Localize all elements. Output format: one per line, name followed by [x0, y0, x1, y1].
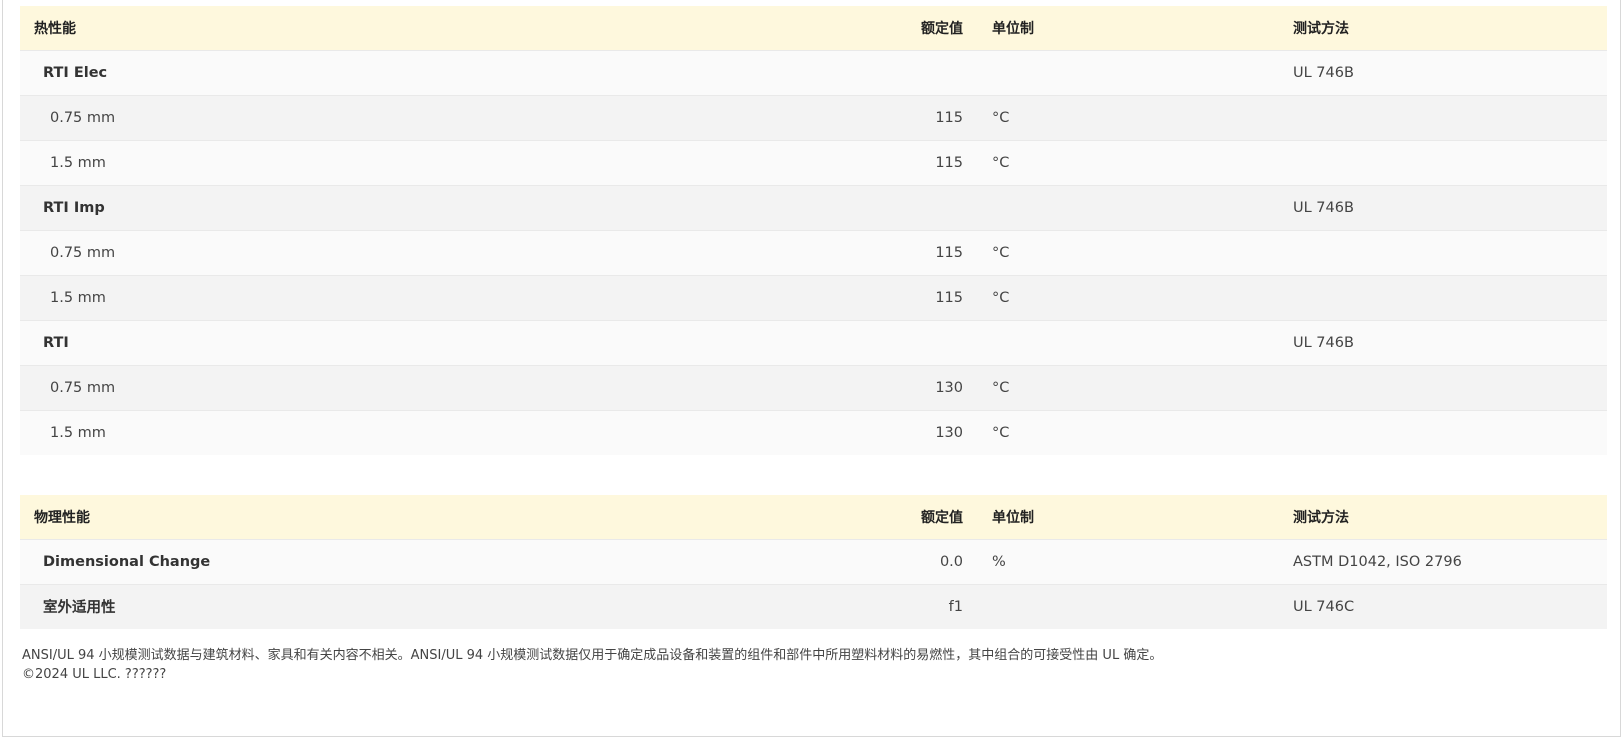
test-method-cell: ASTM D1042, ISO 2796 [1293, 553, 1462, 570]
value-cell: f1 [948, 598, 963, 615]
test-method-cell [1293, 365, 1607, 410]
property-name-cell: 0.75 mm [50, 379, 116, 396]
property-row: Dimensional Change 0.0% ASTM D1042, ISO 27… [20, 539, 1607, 584]
property-row: RTI Elec UL 746B [20, 50, 1607, 95]
column-header-unit: 单位制 [992, 20, 1034, 37]
test-method-cell: UL 746B [1293, 199, 1354, 216]
property-name-cell: RTI [43, 334, 69, 351]
sub-property-row: 1.5 mm 115 °C [20, 140, 1607, 185]
thermal-table-body: RTI Elec UL 746B 0.75 mm 115 °C 1.5 mm 115 °C RT… [20, 50, 1607, 455]
property-name-cell: 0.75 mm [50, 244, 116, 261]
test-method-cell [1293, 275, 1607, 320]
column-header-property: 物理性能 [34, 509, 90, 526]
sub-property-row: 1.5 mm 115 °C [20, 275, 1607, 320]
unit-cell: °C [992, 424, 1010, 441]
test-method-cell [1293, 410, 1607, 455]
footer-notes: ANSI/UL 94 小规模测试数据与建筑材料、家具和有关内容不相关。ANSI/… [22, 646, 1162, 684]
unit-cell: °C [992, 379, 1010, 396]
physical-properties-table: 物理性能 额定值 单位制 测试方法 Dimensional Change 0.0%… [20, 495, 1607, 629]
disclaimer-text: ANSI/UL 94 小规模测试数据与建筑材料、家具和有关内容不相关。ANSI/… [22, 648, 1163, 663]
value-cell [828, 185, 978, 230]
property-name-cell: 1.5 mm [50, 289, 106, 306]
unit-cell [978, 50, 1293, 95]
physical-table-body: Dimensional Change 0.0% ASTM D1042, ISO 27… [20, 539, 1607, 629]
sub-property-row: 0.75 mm 115 °C [20, 230, 1607, 275]
unit-cell [978, 320, 1293, 365]
property-row: 室外适用性 f1 UL 746C [20, 584, 1607, 629]
table-header-row: 热性能 额定值 单位制 测试方法 [20, 6, 1607, 50]
value-cell [828, 50, 978, 95]
test-method-cell: UL 746B [1293, 64, 1354, 81]
unit-cell [978, 584, 1293, 629]
unit-cell [978, 185, 1293, 230]
value-cell: 115 [935, 154, 963, 171]
value-cell [828, 320, 978, 365]
property-name-cell: 1.5 mm [50, 424, 106, 441]
column-header-method: 测试方法 [1293, 20, 1349, 37]
table-header-row: 物理性能 额定值 单位制 测试方法 [20, 495, 1607, 539]
property-name-cell: RTI Imp [43, 199, 105, 216]
value-cell: 130 [935, 424, 963, 441]
property-name-cell: Dimensional Change [43, 553, 211, 570]
value-cell: 115 [935, 289, 963, 306]
thermal-properties-table: 热性能 额定值 单位制 测试方法 RTI Elec UL 746B 0.75 mm 1… [20, 6, 1607, 455]
page-frame: 热性能 额定值 单位制 测试方法 RTI Elec UL 746B 0.75 mm 1… [2, 0, 1621, 737]
column-header-property: 热性能 [34, 20, 76, 37]
value-cell: 115 [935, 244, 963, 261]
property-name-cell: 室外适用性 [43, 600, 116, 617]
property-name-cell: 1.5 mm [50, 154, 106, 171]
test-method-cell [1293, 140, 1607, 185]
unit-cell: °C [992, 289, 1010, 306]
value-cell: 0.0 [939, 553, 963, 570]
sub-property-row: 0.75 mm 130 °C [20, 365, 1607, 410]
column-header-unit: 单位制 [992, 509, 1034, 526]
property-name-cell: 0.75 mm [50, 109, 116, 126]
test-method-cell: UL 746B [1293, 334, 1354, 351]
test-method-cell [1293, 95, 1607, 140]
column-header-value: 额定值 [921, 509, 963, 526]
property-row: RTI Imp UL 746B [20, 185, 1607, 230]
sub-property-row: 1.5 mm 130 °C [20, 410, 1607, 455]
test-method-cell [1293, 230, 1607, 275]
unit-cell: °C [992, 244, 1010, 261]
unit-cell: % [992, 553, 1006, 570]
property-name-cell: RTI Elec [43, 64, 108, 81]
test-method-cell: UL 746C [1293, 598, 1355, 615]
column-header-method: 测试方法 [1293, 509, 1349, 526]
copyright-text: ©2024 UL LLC. ?????? [22, 667, 167, 682]
column-header-value: 额定值 [921, 20, 963, 37]
value-cell: 115 [935, 109, 963, 126]
property-row: RTI UL 746B [20, 320, 1607, 365]
value-cell: 130 [935, 379, 963, 396]
unit-cell: °C [992, 154, 1010, 171]
unit-cell: °C [992, 109, 1010, 126]
sub-property-row: 0.75 mm 115 °C [20, 95, 1607, 140]
